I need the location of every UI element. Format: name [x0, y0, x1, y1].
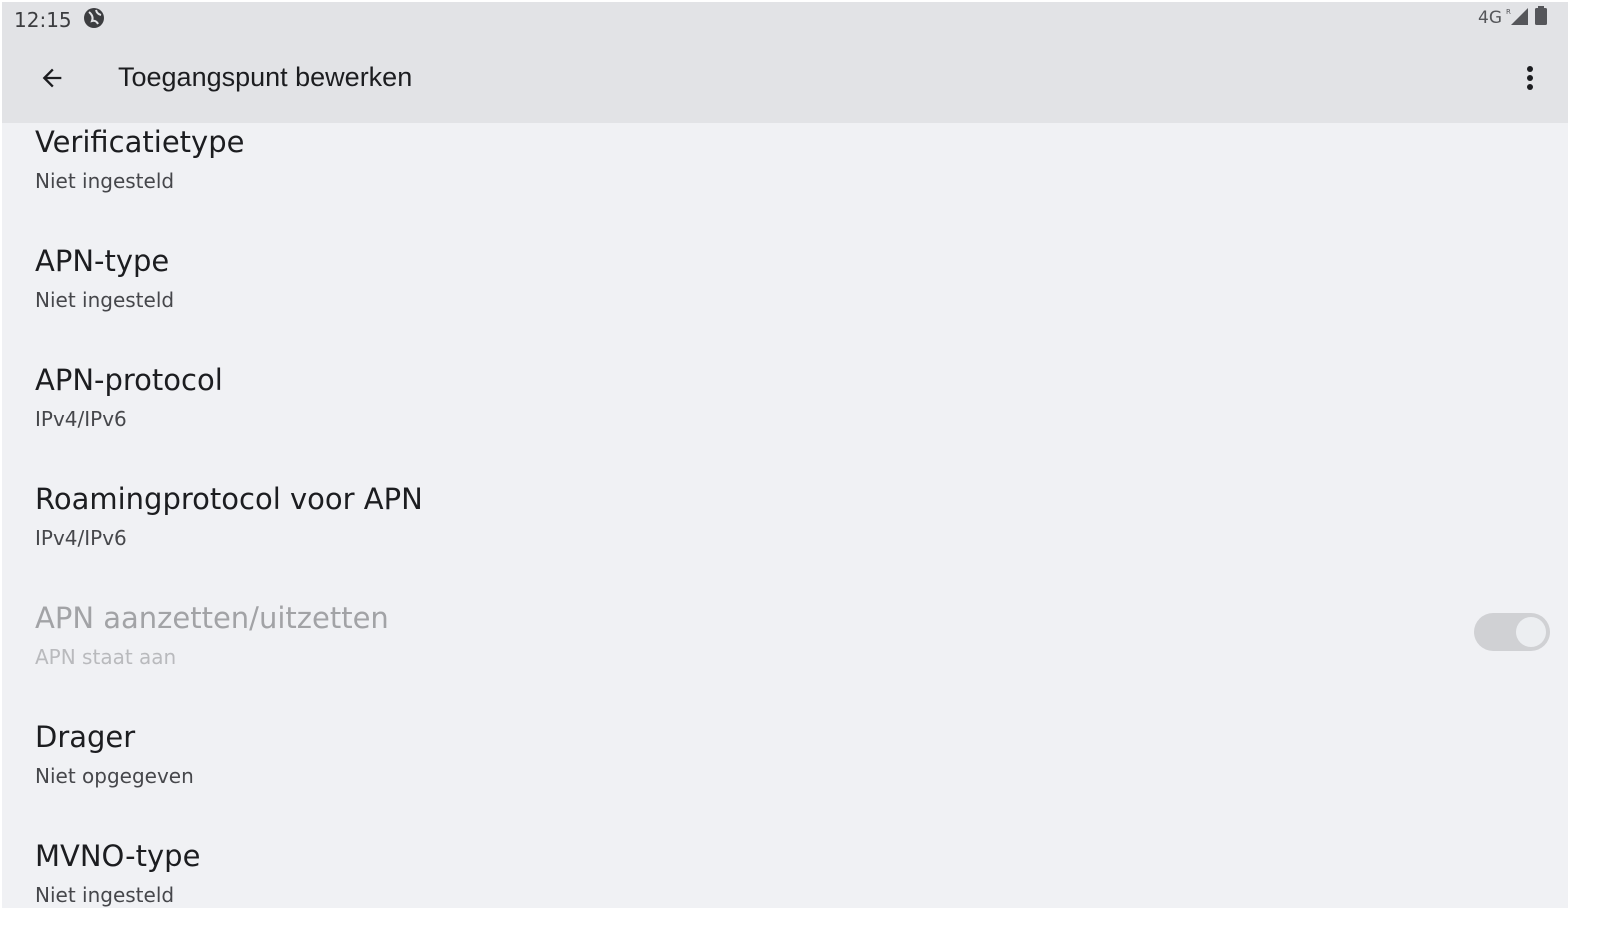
status-icons: 4G R — [1478, 6, 1548, 30]
status-time: 12:15 — [14, 8, 72, 32]
pref-title: MVNO-type — [35, 839, 201, 873]
signal-icon: R — [1506, 6, 1530, 30]
apn-enable-switch — [1474, 613, 1550, 651]
pref-title: Verificatietype — [35, 125, 245, 159]
pref-apn-type[interactable]: APN-type Niet ingesteld — [2, 182, 1568, 312]
pref-title: APN-protocol — [35, 363, 223, 397]
pref-apn-protocol[interactable]: APN-protocol IPv4/IPv6 — [2, 301, 1568, 431]
battery-icon — [1534, 6, 1548, 30]
pref-title: APN-type — [35, 244, 170, 278]
roaming-indicator: R — [1506, 8, 1511, 16]
pref-title: Drager — [35, 720, 136, 754]
pref-summary: Niet ingesteld — [35, 883, 175, 907]
switch-thumb — [1516, 617, 1546, 647]
pref-apn-enable: APN aanzetten/uitzetten APN staat aan — [2, 539, 1568, 669]
pref-title: Roamingprotocol voor APN — [35, 482, 423, 516]
pref-verificatietype[interactable]: Verificatietype Niet ingesteld — [2, 63, 1568, 193]
pref-title: APN aanzetten/uitzetten — [35, 601, 389, 635]
pref-drager[interactable]: Drager Niet opgegeven — [2, 658, 1568, 788]
pref-roaming-protocol[interactable]: Roamingprotocol voor APN IPv4/IPv6 — [2, 420, 1568, 550]
pref-mvno-type[interactable]: MVNO-type Niet ingesteld — [2, 777, 1568, 907]
network-type: 4G — [1478, 8, 1502, 28]
globe-icon — [83, 7, 105, 29]
settings-screen: 12:15 4G R Toegangspunt bewerken Verific… — [2, 2, 1568, 908]
